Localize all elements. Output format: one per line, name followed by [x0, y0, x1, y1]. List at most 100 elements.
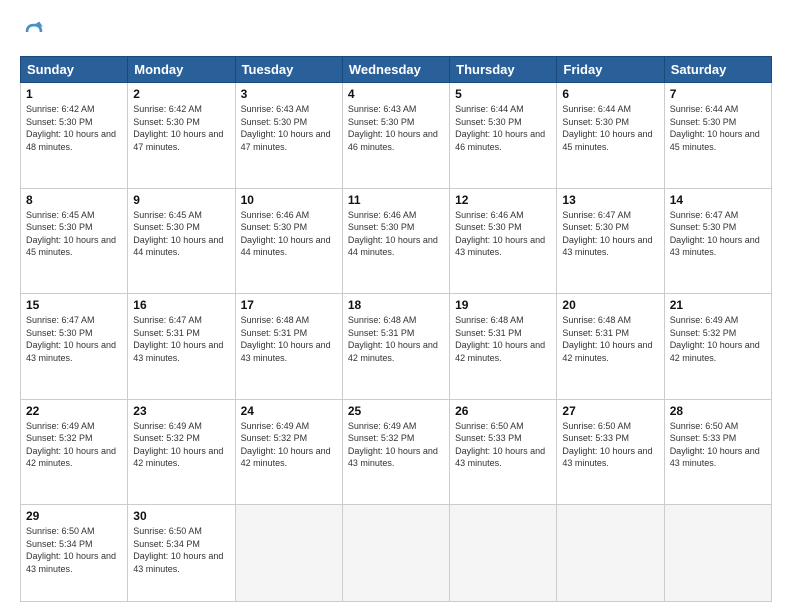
empty-cell: [664, 505, 771, 602]
day-info: Sunrise: 6:49 AMSunset: 5:32 PMDaylight:…: [670, 314, 766, 364]
day-info: Sunrise: 6:47 AMSunset: 5:30 PMDaylight:…: [562, 209, 658, 259]
day-number: 28: [670, 404, 766, 418]
day-number: 6: [562, 87, 658, 101]
calendar-day-cell: 8 Sunrise: 6:45 AMSunset: 5:30 PMDayligh…: [21, 188, 128, 294]
day-number: 19: [455, 298, 551, 312]
calendar-table: SundayMondayTuesdayWednesdayThursdayFrid…: [20, 56, 772, 602]
calendar-day-cell: 28 Sunrise: 6:50 AMSunset: 5:33 PMDaylig…: [664, 399, 771, 505]
day-number: 21: [670, 298, 766, 312]
day-info: Sunrise: 6:49 AMSunset: 5:32 PMDaylight:…: [241, 420, 337, 470]
day-info: Sunrise: 6:46 AMSunset: 5:30 PMDaylight:…: [455, 209, 551, 259]
day-number: 26: [455, 404, 551, 418]
day-number: 9: [133, 193, 229, 207]
day-number: 25: [348, 404, 444, 418]
day-info: Sunrise: 6:43 AMSunset: 5:30 PMDaylight:…: [241, 103, 337, 153]
day-info: Sunrise: 6:49 AMSunset: 5:32 PMDaylight:…: [133, 420, 229, 470]
day-number: 5: [455, 87, 551, 101]
calendar-day-cell: 5 Sunrise: 6:44 AMSunset: 5:30 PMDayligh…: [450, 83, 557, 189]
col-header-sunday: Sunday: [21, 57, 128, 83]
empty-cell: [342, 505, 449, 602]
calendar-week-row: 15 Sunrise: 6:47 AMSunset: 5:30 PMDaylig…: [21, 294, 772, 400]
calendar-week-row: 8 Sunrise: 6:45 AMSunset: 5:30 PMDayligh…: [21, 188, 772, 294]
empty-cell: [557, 505, 664, 602]
calendar-day-cell: 22 Sunrise: 6:49 AMSunset: 5:32 PMDaylig…: [21, 399, 128, 505]
day-info: Sunrise: 6:48 AMSunset: 5:31 PMDaylight:…: [455, 314, 551, 364]
calendar-day-cell: 13 Sunrise: 6:47 AMSunset: 5:30 PMDaylig…: [557, 188, 664, 294]
day-info: Sunrise: 6:44 AMSunset: 5:30 PMDaylight:…: [562, 103, 658, 153]
calendar-day-cell: 29 Sunrise: 6:50 AMSunset: 5:34 PMDaylig…: [21, 505, 128, 602]
page: SundayMondayTuesdayWednesdayThursdayFrid…: [0, 0, 792, 612]
day-number: 11: [348, 193, 444, 207]
day-info: Sunrise: 6:45 AMSunset: 5:30 PMDaylight:…: [26, 209, 122, 259]
calendar-day-cell: 23 Sunrise: 6:49 AMSunset: 5:32 PMDaylig…: [128, 399, 235, 505]
day-number: 23: [133, 404, 229, 418]
day-info: Sunrise: 6:50 AMSunset: 5:33 PMDaylight:…: [670, 420, 766, 470]
header: [20, 18, 772, 46]
calendar-week-row: 22 Sunrise: 6:49 AMSunset: 5:32 PMDaylig…: [21, 399, 772, 505]
day-number: 10: [241, 193, 337, 207]
day-number: 16: [133, 298, 229, 312]
col-header-monday: Monday: [128, 57, 235, 83]
day-number: 2: [133, 87, 229, 101]
day-number: 18: [348, 298, 444, 312]
day-info: Sunrise: 6:44 AMSunset: 5:30 PMDaylight:…: [670, 103, 766, 153]
day-number: 30: [133, 509, 229, 523]
day-info: Sunrise: 6:50 AMSunset: 5:34 PMDaylight:…: [133, 525, 229, 575]
logo-icon: [20, 18, 48, 46]
calendar-day-cell: 24 Sunrise: 6:49 AMSunset: 5:32 PMDaylig…: [235, 399, 342, 505]
logo: [20, 18, 52, 46]
calendar-week-row: 1 Sunrise: 6:42 AMSunset: 5:30 PMDayligh…: [21, 83, 772, 189]
calendar-day-cell: 7 Sunrise: 6:44 AMSunset: 5:30 PMDayligh…: [664, 83, 771, 189]
day-info: Sunrise: 6:50 AMSunset: 5:34 PMDaylight:…: [26, 525, 122, 575]
day-number: 24: [241, 404, 337, 418]
calendar-day-cell: 30 Sunrise: 6:50 AMSunset: 5:34 PMDaylig…: [128, 505, 235, 602]
calendar-day-cell: 9 Sunrise: 6:45 AMSunset: 5:30 PMDayligh…: [128, 188, 235, 294]
empty-cell: [235, 505, 342, 602]
calendar-day-cell: 2 Sunrise: 6:42 AMSunset: 5:30 PMDayligh…: [128, 83, 235, 189]
day-number: 22: [26, 404, 122, 418]
day-info: Sunrise: 6:44 AMSunset: 5:30 PMDaylight:…: [455, 103, 551, 153]
day-info: Sunrise: 6:47 AMSunset: 5:31 PMDaylight:…: [133, 314, 229, 364]
day-number: 8: [26, 193, 122, 207]
day-number: 17: [241, 298, 337, 312]
calendar-day-cell: 12 Sunrise: 6:46 AMSunset: 5:30 PMDaylig…: [450, 188, 557, 294]
day-info: Sunrise: 6:42 AMSunset: 5:30 PMDaylight:…: [26, 103, 122, 153]
calendar-day-cell: 4 Sunrise: 6:43 AMSunset: 5:30 PMDayligh…: [342, 83, 449, 189]
calendar-day-cell: 3 Sunrise: 6:43 AMSunset: 5:30 PMDayligh…: [235, 83, 342, 189]
day-info: Sunrise: 6:48 AMSunset: 5:31 PMDaylight:…: [562, 314, 658, 364]
day-number: 29: [26, 509, 122, 523]
calendar-day-cell: 10 Sunrise: 6:46 AMSunset: 5:30 PMDaylig…: [235, 188, 342, 294]
calendar-day-cell: 16 Sunrise: 6:47 AMSunset: 5:31 PMDaylig…: [128, 294, 235, 400]
day-info: Sunrise: 6:47 AMSunset: 5:30 PMDaylight:…: [670, 209, 766, 259]
day-number: 12: [455, 193, 551, 207]
col-header-thursday: Thursday: [450, 57, 557, 83]
col-header-tuesday: Tuesday: [235, 57, 342, 83]
calendar-day-cell: 19 Sunrise: 6:48 AMSunset: 5:31 PMDaylig…: [450, 294, 557, 400]
day-number: 4: [348, 87, 444, 101]
day-info: Sunrise: 6:48 AMSunset: 5:31 PMDaylight:…: [348, 314, 444, 364]
day-info: Sunrise: 6:46 AMSunset: 5:30 PMDaylight:…: [348, 209, 444, 259]
calendar-header-row: SundayMondayTuesdayWednesdayThursdayFrid…: [21, 57, 772, 83]
calendar-day-cell: 14 Sunrise: 6:47 AMSunset: 5:30 PMDaylig…: [664, 188, 771, 294]
calendar-day-cell: 21 Sunrise: 6:49 AMSunset: 5:32 PMDaylig…: [664, 294, 771, 400]
calendar-day-cell: 20 Sunrise: 6:48 AMSunset: 5:31 PMDaylig…: [557, 294, 664, 400]
day-info: Sunrise: 6:42 AMSunset: 5:30 PMDaylight:…: [133, 103, 229, 153]
calendar-week-row: 29 Sunrise: 6:50 AMSunset: 5:34 PMDaylig…: [21, 505, 772, 602]
calendar-day-cell: 17 Sunrise: 6:48 AMSunset: 5:31 PMDaylig…: [235, 294, 342, 400]
empty-cell: [450, 505, 557, 602]
calendar-day-cell: 6 Sunrise: 6:44 AMSunset: 5:30 PMDayligh…: [557, 83, 664, 189]
day-info: Sunrise: 6:45 AMSunset: 5:30 PMDaylight:…: [133, 209, 229, 259]
day-info: Sunrise: 6:49 AMSunset: 5:32 PMDaylight:…: [348, 420, 444, 470]
day-number: 3: [241, 87, 337, 101]
col-header-saturday: Saturday: [664, 57, 771, 83]
day-number: 15: [26, 298, 122, 312]
col-header-wednesday: Wednesday: [342, 57, 449, 83]
calendar-day-cell: 11 Sunrise: 6:46 AMSunset: 5:30 PMDaylig…: [342, 188, 449, 294]
calendar-day-cell: 15 Sunrise: 6:47 AMSunset: 5:30 PMDaylig…: [21, 294, 128, 400]
calendar-day-cell: 26 Sunrise: 6:50 AMSunset: 5:33 PMDaylig…: [450, 399, 557, 505]
day-number: 13: [562, 193, 658, 207]
calendar-day-cell: 18 Sunrise: 6:48 AMSunset: 5:31 PMDaylig…: [342, 294, 449, 400]
col-header-friday: Friday: [557, 57, 664, 83]
day-info: Sunrise: 6:47 AMSunset: 5:30 PMDaylight:…: [26, 314, 122, 364]
day-info: Sunrise: 6:50 AMSunset: 5:33 PMDaylight:…: [562, 420, 658, 470]
